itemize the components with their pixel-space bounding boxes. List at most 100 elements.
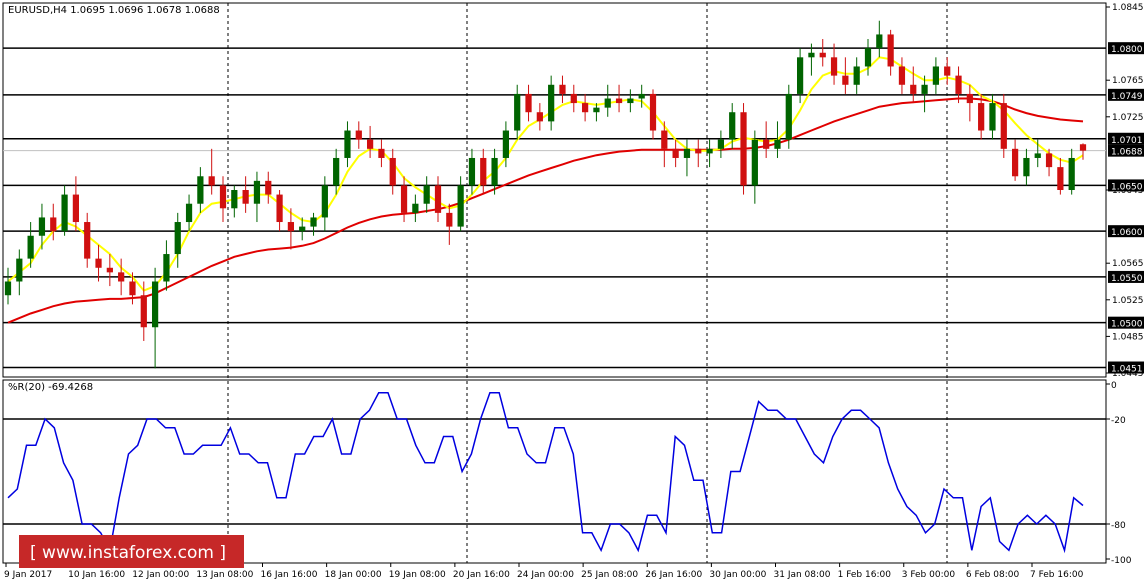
candle-body bbox=[480, 157, 487, 186]
candle-body bbox=[355, 130, 362, 140]
level-label: 1.0800 bbox=[1111, 45, 1143, 55]
candle-body bbox=[140, 295, 147, 328]
time-tick-label: 31 Jan 08:00 bbox=[774, 570, 831, 580]
candle-body bbox=[253, 180, 261, 204]
candle-body bbox=[830, 57, 838, 76]
candle-body bbox=[525, 93, 532, 113]
candle-body bbox=[683, 148, 691, 158]
candle-body bbox=[548, 84, 555, 122]
time-tick-label: 18 Jan 00:00 bbox=[325, 570, 382, 580]
time-tick-label: 20 Jan 16:00 bbox=[453, 570, 510, 580]
candle-body bbox=[864, 48, 872, 67]
candle-body bbox=[796, 57, 804, 94]
candle-body bbox=[434, 185, 442, 213]
candle-body bbox=[174, 222, 181, 255]
candle-body bbox=[876, 34, 883, 49]
candle-body bbox=[219, 185, 227, 209]
price-tick-label: 1.0765 bbox=[1112, 76, 1144, 86]
candle-body bbox=[978, 103, 985, 131]
candle-body bbox=[446, 212, 453, 227]
time-tick-label: 30 Jan 00:00 bbox=[709, 570, 766, 580]
candle-body bbox=[706, 148, 713, 154]
wpr-level-label: -80 bbox=[1111, 521, 1126, 531]
candle-body bbox=[774, 139, 781, 149]
wpr-indicator-title: %R(20) -69.4268 bbox=[8, 382, 93, 393]
wpr-tick-label: -100 bbox=[1111, 556, 1132, 566]
candle-body bbox=[989, 103, 996, 131]
candle-body bbox=[638, 93, 645, 99]
candle-body bbox=[344, 130, 351, 158]
candle-body bbox=[4, 281, 12, 296]
candle-body bbox=[299, 226, 306, 232]
price-tick-label: 1.0525 bbox=[1112, 296, 1144, 306]
time-tick-label: 25 Jan 08:00 bbox=[581, 570, 638, 580]
candle-body bbox=[898, 66, 906, 85]
candle-body bbox=[276, 194, 283, 223]
wpr-level-label: -20 bbox=[1111, 416, 1126, 426]
candle-body bbox=[457, 185, 464, 227]
time-tick-label: 6 Feb 08:00 bbox=[966, 570, 1020, 580]
chart-root: 1.08451.07651.07251.06451.05651.05251.04… bbox=[0, 0, 1147, 585]
candle-body bbox=[910, 84, 917, 94]
candle-body bbox=[333, 157, 340, 186]
candle-body bbox=[242, 190, 249, 204]
candle-body bbox=[38, 217, 46, 236]
candle-body bbox=[819, 52, 826, 58]
candle-body bbox=[95, 258, 102, 268]
candle-body bbox=[84, 222, 91, 259]
level-label: 1.0451 bbox=[1111, 365, 1143, 375]
candle-body bbox=[593, 107, 600, 113]
candle-body bbox=[604, 98, 611, 108]
candle-body bbox=[627, 98, 634, 104]
candle-body bbox=[740, 112, 747, 186]
time-tick-label: 3 Feb 00:00 bbox=[902, 570, 956, 580]
candle-body bbox=[163, 254, 170, 282]
wpr-tick-label: 0 bbox=[1111, 381, 1117, 391]
candle-body bbox=[208, 176, 215, 186]
candle-body bbox=[1000, 103, 1007, 149]
candle-body bbox=[751, 139, 758, 186]
level-label: 1.0701 bbox=[1111, 136, 1143, 146]
candle-body bbox=[321, 185, 328, 218]
candle-body bbox=[412, 203, 419, 213]
level-label: 1.0550 bbox=[1111, 274, 1143, 284]
price-tick-label: 1.0485 bbox=[1112, 332, 1144, 342]
candle-body bbox=[955, 75, 962, 94]
time-tick-label: 13 Jan 08:00 bbox=[196, 570, 253, 580]
time-tick-label: 10 Jan 16:00 bbox=[68, 570, 125, 580]
candle-body bbox=[853, 66, 860, 85]
candle-body bbox=[536, 112, 543, 122]
watermark-text: [ www.instaforex.com ] bbox=[30, 543, 226, 563]
candle-body bbox=[808, 52, 815, 58]
time-tick-label: 24 Jan 00:00 bbox=[517, 570, 574, 580]
candle-body bbox=[1079, 144, 1087, 151]
candle-body bbox=[1068, 157, 1075, 190]
candle-body bbox=[400, 185, 408, 213]
candle-body bbox=[921, 84, 928, 94]
candle-body bbox=[231, 190, 238, 209]
candle-body bbox=[16, 258, 23, 282]
candle-body bbox=[310, 217, 317, 227]
candle-body bbox=[1034, 153, 1041, 158]
candle-body bbox=[502, 130, 510, 158]
candle-body bbox=[649, 93, 657, 131]
candle-body bbox=[468, 157, 476, 186]
candle-body bbox=[887, 34, 894, 67]
candlestick[interactable] bbox=[1000, 93, 1007, 158]
candle-body bbox=[287, 222, 295, 232]
time-tick-label: 1 Feb 16:00 bbox=[838, 570, 892, 580]
candlestick[interactable] bbox=[785, 84, 792, 149]
candlestick[interactable] bbox=[740, 103, 747, 195]
candle-body bbox=[785, 93, 792, 140]
candle-body bbox=[570, 93, 577, 104]
current-price-label: 1.0688 bbox=[1111, 148, 1143, 158]
level-label: 1.0500 bbox=[1111, 320, 1143, 330]
candle-body bbox=[27, 235, 34, 259]
candle-body bbox=[1023, 157, 1030, 177]
candle-body bbox=[966, 93, 973, 104]
candle-body bbox=[185, 203, 193, 223]
time-tick-label: 9 Jan 2017 bbox=[4, 570, 52, 580]
candle-body bbox=[717, 139, 725, 149]
level-label: 1.0749 bbox=[1111, 92, 1143, 102]
candle-body bbox=[763, 139, 770, 149]
